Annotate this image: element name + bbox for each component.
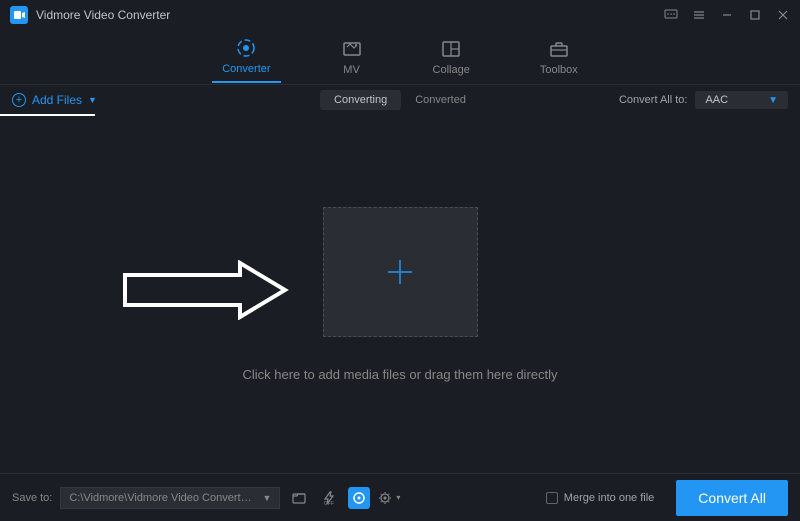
menu-icon[interactable]: [692, 8, 706, 22]
format-select[interactable]: AAC ▼: [695, 91, 788, 109]
tab-toolbox[interactable]: Toolbox: [530, 34, 588, 80]
settings-icon[interactable]: ▾: [378, 487, 400, 509]
tab-label: MV: [343, 64, 360, 76]
maximize-icon[interactable]: [748, 8, 762, 22]
save-path-value: C:\Vidmore\Vidmore Video Converter\Conve…: [69, 492, 256, 504]
chevron-down-icon: ▼: [88, 95, 97, 105]
converter-icon: [235, 37, 257, 59]
footer: Save to: C:\Vidmore\Vidmore Video Conver…: [0, 473, 800, 521]
subtab-converted[interactable]: Converted: [401, 90, 480, 110]
plus-circle-icon: +: [12, 93, 26, 107]
sub-toolbar: + Add Files ▼ Converting Converted Conve…: [0, 85, 800, 115]
feedback-icon[interactable]: [664, 8, 678, 22]
merge-label: Merge into one file: [564, 492, 655, 504]
tab-converter[interactable]: Converter: [212, 33, 280, 83]
plus-icon: [382, 254, 418, 290]
open-folder-icon[interactable]: [288, 487, 310, 509]
add-files-button[interactable]: + Add Files ▼: [12, 93, 97, 107]
high-speed-icon[interactable]: [348, 487, 370, 509]
app-logo: [10, 6, 28, 24]
merge-checkbox[interactable]: Merge into one file: [546, 492, 655, 504]
mv-icon: [341, 38, 363, 60]
convert-to-label: Convert All to:: [619, 94, 687, 106]
tab-label: Toolbox: [540, 64, 578, 76]
annotation-arrow: [120, 260, 290, 320]
window-controls: [664, 8, 790, 22]
chevron-down-icon: ▼: [262, 493, 271, 503]
subtab-converting[interactable]: Converting: [320, 90, 401, 110]
main-tabs: Converter MV Collage Toolbox: [0, 30, 800, 85]
tab-label: Collage: [433, 64, 470, 76]
tab-mv[interactable]: MV: [331, 34, 373, 80]
chevron-down-icon: ▼: [768, 95, 778, 106]
main-area: Click here to add media files or drag th…: [0, 115, 800, 473]
convert-all-button[interactable]: Convert All: [676, 480, 788, 516]
collage-icon: [440, 38, 462, 60]
close-icon[interactable]: [776, 8, 790, 22]
save-path-input[interactable]: C:\Vidmore\Vidmore Video Converter\Conve…: [60, 487, 280, 509]
svg-text:OFF: OFF: [324, 501, 334, 506]
toolbox-icon: [548, 38, 570, 60]
hardware-accel-icon[interactable]: OFF: [318, 487, 340, 509]
app-title: Vidmore Video Converter: [36, 8, 170, 22]
titlebar: Vidmore Video Converter: [0, 0, 800, 30]
dropzone-hint: Click here to add media files or drag th…: [242, 367, 557, 382]
add-files-label: Add Files: [32, 93, 82, 107]
tab-collage[interactable]: Collage: [423, 34, 480, 80]
add-media-dropzone[interactable]: [323, 207, 478, 337]
minimize-icon[interactable]: [720, 8, 734, 22]
format-value: AAC: [705, 94, 728, 106]
save-to-label: Save to:: [12, 492, 52, 504]
checkbox-icon: [546, 492, 558, 504]
tab-label: Converter: [222, 63, 270, 75]
subtabs: Converting Converted: [320, 90, 480, 110]
convert-all-to: Convert All to: AAC ▼: [619, 91, 788, 109]
